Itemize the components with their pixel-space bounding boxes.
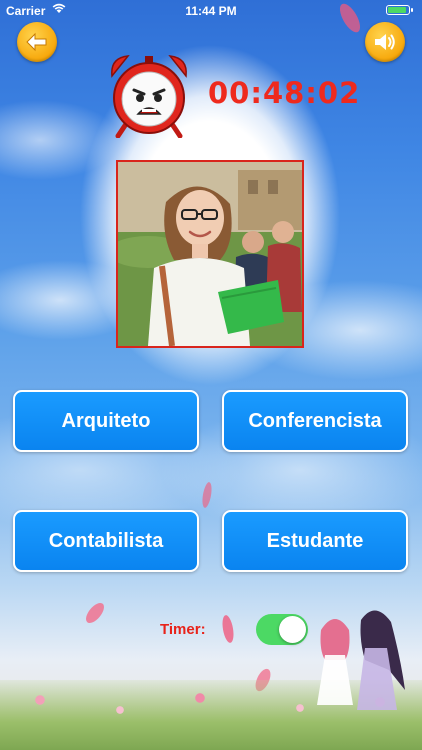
back-arrow-icon	[26, 32, 47, 52]
answer-button-1[interactable]: Arquiteto	[13, 390, 199, 452]
countdown-timer: 00:48:02	[208, 76, 361, 110]
answer-button-4[interactable]: Estudante	[222, 510, 408, 572]
timer-toggle[interactable]	[256, 614, 308, 645]
status-time: 11:44 PM	[185, 4, 237, 18]
quiz-screen: Carrier 11:44 PM 00:48:02 Arquiteto Conf…	[0, 0, 422, 750]
petal-decoration	[86, 603, 104, 623]
alarm-clock-icon	[111, 55, 187, 138]
question-photo	[116, 160, 304, 348]
speaker-icon	[375, 34, 395, 50]
person-photo	[118, 162, 302, 346]
answer-button-3[interactable]: Contabilista	[13, 510, 199, 572]
petal-decoration	[222, 615, 234, 643]
characters-illustration	[317, 610, 405, 710]
battery-icon	[386, 5, 413, 15]
back-button[interactable]	[17, 22, 57, 62]
status-bar: Carrier 11:44 PM	[0, 0, 422, 22]
answer-button-2[interactable]: Conferencista	[222, 390, 408, 452]
timer-label: Timer:	[160, 621, 206, 638]
sound-button[interactable]	[365, 22, 405, 62]
toggle-knob	[279, 616, 306, 643]
petal-decoration	[202, 482, 212, 508]
